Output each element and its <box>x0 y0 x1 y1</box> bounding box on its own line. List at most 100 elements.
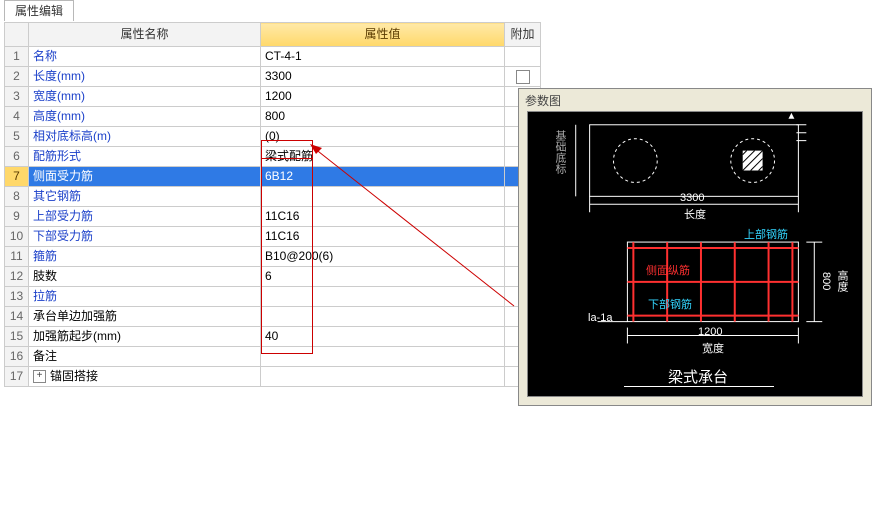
grid-row[interactable]: 14 承台单边加强筋 <box>5 307 541 327</box>
property-name-text: 其它钢筋 <box>33 189 81 203</box>
label-bottom-bar: 下部钢筋 <box>648 296 692 312</box>
grid-row[interactable]: 5 相对底标高(m) (0) <box>5 127 541 147</box>
property-value[interactable]: 3300 <box>261 67 505 87</box>
property-name[interactable]: 配筋形式 <box>29 147 261 167</box>
property-value[interactable]: 6 <box>261 267 505 287</box>
dim-length-label: 长度 <box>684 206 706 222</box>
property-name[interactable]: 其它钢筋 <box>29 187 261 207</box>
property-name-text: 承台单边加强筋 <box>33 309 117 323</box>
property-value[interactable]: CT-4-1 <box>261 47 505 67</box>
grid-row[interactable]: 12肢数6 <box>5 267 541 287</box>
property-name-text: 高度(mm) <box>33 109 85 123</box>
property-name[interactable]: 箍筋 <box>29 247 261 267</box>
grid-row[interactable]: 13拉筋 <box>5 287 541 307</box>
property-value[interactable] <box>261 347 505 367</box>
property-name[interactable]: 下部受力筋 <box>29 227 261 247</box>
property-name[interactable]: + 锚固搭接 <box>29 367 261 387</box>
grid-row[interactable]: 11 箍筋 B10@200(6) <box>5 247 541 267</box>
dim-width-value: 1200 <box>698 326 722 338</box>
row-index[interactable]: 3 <box>5 87 29 107</box>
property-name[interactable]: 长度(mm) <box>29 67 261 87</box>
property-value[interactable]: 800 <box>261 107 505 127</box>
property-extra[interactable] <box>505 47 541 67</box>
property-name-text: 宽度(mm) <box>33 89 85 103</box>
property-value[interactable]: 40 <box>261 327 505 347</box>
dim-width-label: 宽度 <box>702 340 724 356</box>
property-value[interactable]: 梁式配筋 <box>261 147 505 167</box>
property-value[interactable] <box>261 367 505 387</box>
grid-row[interactable]: 2长度(mm)3300 <box>5 67 541 87</box>
property-name[interactable]: 拉筋 <box>29 287 261 307</box>
property-value[interactable] <box>261 187 505 207</box>
grid-row[interactable]: 9上部受力筋11C16 <box>5 207 541 227</box>
grid-row[interactable]: 10 下部受力筋 11C16 <box>5 227 541 247</box>
row-index[interactable]: 10 <box>5 227 29 247</box>
property-name-text: 锚固搭接 <box>50 369 98 383</box>
property-extra[interactable] <box>505 67 541 87</box>
row-index[interactable]: 7 <box>5 167 29 187</box>
tab-property-edit[interactable]: 属性编辑 <box>4 0 74 21</box>
property-name[interactable]: 加强筋起步(mm) <box>29 327 261 347</box>
property-value[interactable]: B10@200(6) <box>261 247 505 267</box>
row-index[interactable]: 6 <box>5 147 29 167</box>
row-index[interactable]: 17 <box>5 367 29 387</box>
row-index[interactable]: 12 <box>5 267 29 287</box>
property-name[interactable]: 宽度(mm) <box>29 87 261 107</box>
extra-checkbox[interactable] <box>516 70 530 84</box>
property-value[interactable]: 11C16 <box>261 227 505 247</box>
grid-row[interactable]: 8 其它钢筋 <box>5 187 541 207</box>
property-name-text: 箍筋 <box>33 249 57 263</box>
property-name[interactable]: 上部受力筋 <box>29 207 261 227</box>
row-index[interactable]: 9 <box>5 207 29 227</box>
row-index[interactable]: 1 <box>5 47 29 67</box>
row-index[interactable]: 4 <box>5 107 29 127</box>
label-side-bar: 侧面纵筋 <box>646 262 690 278</box>
property-name[interactable]: 承台单边加强筋 <box>29 307 261 327</box>
property-name[interactable]: 名称 <box>29 47 261 67</box>
label-base-elev: 基础底标 <box>552 130 568 174</box>
param-panel-title: 参数图 <box>519 89 871 112</box>
property-value[interactable]: 1200 <box>261 87 505 107</box>
header-extra[interactable]: 附加 <box>505 23 541 47</box>
row-index[interactable]: 11 <box>5 247 29 267</box>
property-value[interactable]: 6B12 <box>261 167 505 187</box>
property-name-text: 相对底标高(m) <box>33 129 111 143</box>
property-name-text: 配筋形式 <box>33 149 81 163</box>
expand-icon[interactable]: + <box>33 370 46 383</box>
property-name-text: 名称 <box>33 49 57 63</box>
property-name-text: 下部受力筋 <box>33 229 93 243</box>
property-name[interactable]: 肢数 <box>29 267 261 287</box>
row-index[interactable]: 16 <box>5 347 29 367</box>
property-name[interactable]: 高度(mm) <box>29 107 261 127</box>
row-index[interactable]: 2 <box>5 67 29 87</box>
property-name[interactable]: 侧面受力筋 <box>29 167 261 187</box>
property-name[interactable]: 备注 <box>29 347 261 367</box>
tab-bar: 属性编辑 <box>0 0 74 19</box>
grid-row[interactable]: 4 高度(mm) 800 <box>5 107 541 127</box>
property-name[interactable]: 相对底标高(m) <box>29 127 261 147</box>
property-value[interactable] <box>261 287 505 307</box>
diagram-caption: 梁式承台 <box>668 366 728 387</box>
row-index[interactable]: 15 <box>5 327 29 347</box>
grid-row[interactable]: 17 + 锚固搭接 <box>5 367 541 387</box>
grid-row[interactable]: 15 加强筋起步(mm) 40 <box>5 327 541 347</box>
property-value[interactable]: (0) <box>261 127 505 147</box>
header-name[interactable]: 属性名称 <box>29 23 261 47</box>
property-name-text: 备注 <box>33 349 57 363</box>
grid-row[interactable]: 3 宽度(mm) 1200 <box>5 87 541 107</box>
dim-height-value: 800 <box>820 272 832 290</box>
grid-row[interactable]: 6 配筋形式 梁式配筋 <box>5 147 541 167</box>
row-index[interactable]: 5 <box>5 127 29 147</box>
property-value[interactable] <box>261 307 505 327</box>
grid-row[interactable]: 16 备注 <box>5 347 541 367</box>
row-index[interactable]: 13 <box>5 287 29 307</box>
row-index[interactable]: 14 <box>5 307 29 327</box>
param-panel: 参数图 <box>518 88 872 406</box>
property-value[interactable]: 11C16 <box>261 207 505 227</box>
grid-row[interactable]: 1 名称 CT-4-1 <box>5 47 541 67</box>
grid-row[interactable]: 7侧面受力筋6B12 <box>5 167 541 187</box>
property-name-text: 加强筋起步(mm) <box>33 329 121 343</box>
header-value[interactable]: 属性值 <box>261 23 505 47</box>
dim-height-label: 高度 <box>834 270 850 292</box>
row-index[interactable]: 8 <box>5 187 29 207</box>
